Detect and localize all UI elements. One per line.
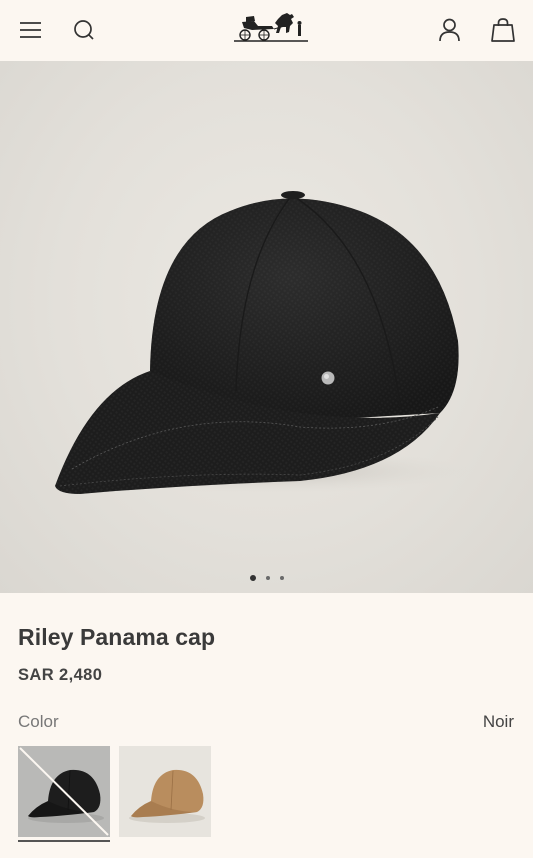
shopping-bag-icon[interactable] bbox=[489, 16, 517, 44]
account-icon[interactable] bbox=[436, 16, 463, 43]
hamburger-menu-icon[interactable] bbox=[18, 18, 44, 42]
search-icon[interactable] bbox=[71, 17, 97, 43]
black-cap-thumbnail bbox=[19, 747, 109, 836]
selected-color-name: Noir bbox=[482, 712, 514, 731]
color-swatch-tan[interactable] bbox=[119, 746, 211, 837]
selected-swatch-indicator bbox=[18, 840, 110, 842]
color-label: Color bbox=[18, 712, 59, 731]
carousel-pagination bbox=[0, 574, 533, 582]
product-title: Riley Panama cap bbox=[18, 624, 216, 650]
carousel-dot[interactable] bbox=[249, 575, 256, 581]
color-swatch-noir[interactable] bbox=[18, 746, 110, 837]
carousel-dot[interactable] bbox=[265, 576, 270, 580]
product-image-carousel[interactable] bbox=[0, 61, 533, 593]
tan-cap-thumbnail bbox=[129, 769, 205, 823]
top-header bbox=[0, 0, 533, 61]
product-price: SAR 2,480 bbox=[18, 666, 103, 684]
cap-product-image bbox=[55, 191, 470, 494]
hermes-carriage-logo[interactable] bbox=[232, 11, 310, 45]
carousel-dot[interactable] bbox=[279, 576, 284, 580]
